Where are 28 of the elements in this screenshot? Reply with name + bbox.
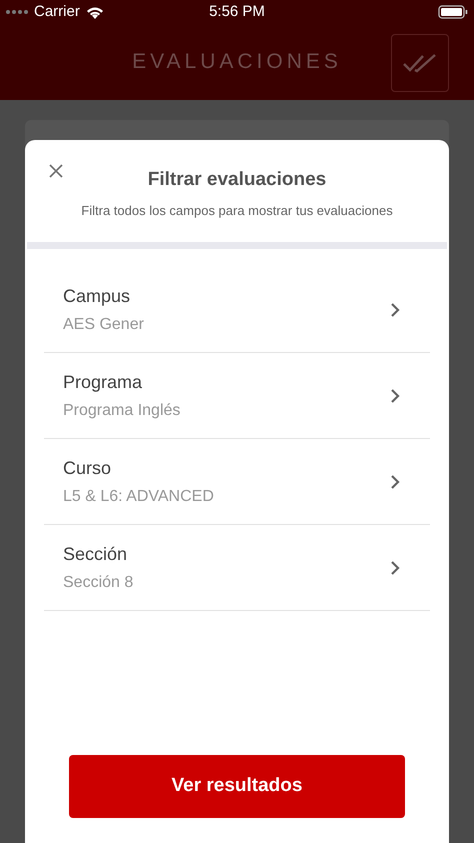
- filter-label: Sección: [63, 542, 128, 566]
- modal-title: Filtrar evaluaciones: [148, 168, 326, 192]
- wifi-icon: [86, 6, 104, 18]
- filter-row[interactable]: Programa Programa Inglés: [44, 353, 430, 439]
- filter-value: L5 & L6: ADVANCED: [63, 486, 215, 506]
- filter-row[interactable]: Campus AES Gener: [44, 267, 430, 353]
- mark-all-button[interactable]: [391, 34, 449, 92]
- modal-subtitle: Filtra todos los campos para mostrar tus evaluaciones: [81, 202, 393, 220]
- chevron-right-icon: [390, 474, 400, 490]
- filter-value: AES Gener: [63, 314, 145, 334]
- filter-value: Sección 8: [63, 572, 134, 592]
- filter-label: Curso: [63, 456, 112, 480]
- filter-row[interactable]: Sección Sección 8: [44, 525, 430, 611]
- filter-label: Programa: [63, 370, 144, 394]
- header-title: EVALUACIONES: [132, 49, 342, 76]
- double-check-icon: [403, 52, 437, 74]
- filter-row[interactable]: Curso L5 & L6: ADVANCED: [44, 439, 430, 525]
- chevron-right-icon: [390, 560, 400, 576]
- filter-label: Campus: [63, 284, 132, 308]
- carrier-label: Carrier: [34, 2, 80, 22]
- battery-icon: [438, 5, 468, 19]
- filter-value: Programa Inglés: [63, 400, 182, 420]
- results-button[interactable]: Ver resultados: [69, 755, 405, 818]
- chevron-right-icon: [390, 388, 400, 404]
- signal-icon: [6, 10, 28, 14]
- status-time: 5:56 PM: [208, 2, 266, 22]
- chevron-right-icon: [390, 302, 400, 318]
- close-icon: [48, 163, 64, 179]
